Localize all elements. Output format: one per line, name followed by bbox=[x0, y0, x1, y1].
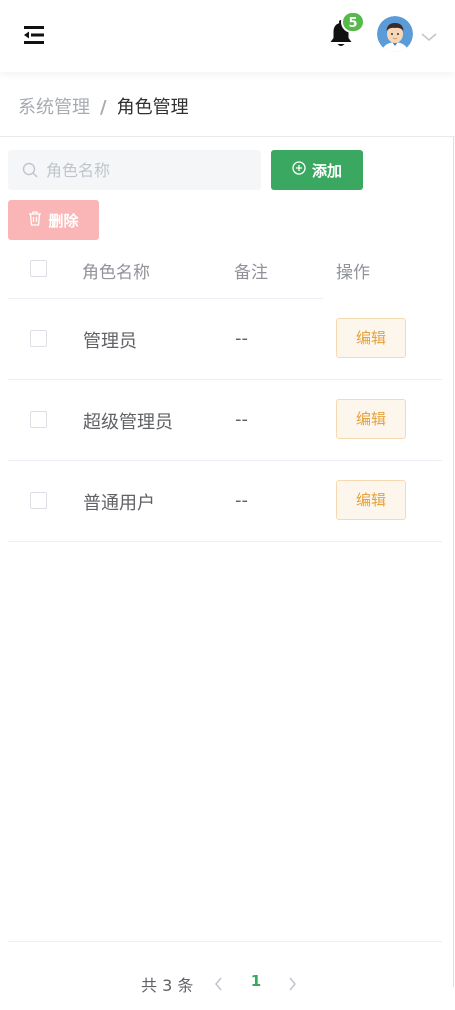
row-checkbox[interactable] bbox=[30, 411, 47, 428]
edit-button[interactable]: 编辑 bbox=[336, 318, 406, 358]
row-divider bbox=[8, 541, 442, 542]
pagination-total: 共 3 条 bbox=[141, 976, 194, 995]
plus-circle-icon bbox=[292, 161, 306, 179]
footer-divider bbox=[8, 941, 442, 942]
chevron-down-icon[interactable] bbox=[421, 28, 437, 41]
row-divider bbox=[8, 379, 442, 380]
add-button-label: 添加 bbox=[311, 161, 342, 180]
trash-icon bbox=[28, 210, 42, 230]
top-header: 5 bbox=[0, 0, 455, 72]
notification-badge: 5 bbox=[341, 11, 365, 33]
add-button[interactable]: 添加 bbox=[271, 150, 363, 190]
breadcrumb-item-current: 角色管理 bbox=[116, 97, 189, 118]
chevron-left-icon[interactable] bbox=[213, 976, 225, 992]
row-remark: -- bbox=[235, 490, 248, 511]
column-header-remark: 备注 bbox=[234, 263, 268, 283]
delete-button-label: 删除 bbox=[48, 211, 79, 230]
delete-button[interactable]: 删除 bbox=[8, 200, 99, 240]
select-all-checkbox[interactable] bbox=[30, 260, 47, 277]
row-role-name: 普通用户 bbox=[83, 493, 155, 514]
row-remark: -- bbox=[235, 328, 248, 349]
header-divider bbox=[8, 298, 323, 299]
search-box bbox=[8, 150, 261, 190]
breadcrumb-item-system[interactable]: 系统管理 bbox=[18, 97, 90, 118]
pagination-page-1[interactable]: 1 bbox=[248, 972, 264, 990]
column-header-actions: 操作 bbox=[336, 263, 370, 283]
chevron-right-icon[interactable] bbox=[286, 976, 298, 992]
row-remark: -- bbox=[235, 409, 248, 430]
row-role-name: 管理员 bbox=[83, 331, 137, 352]
row-role-name: 超级管理员 bbox=[83, 412, 173, 433]
row-divider bbox=[8, 460, 442, 461]
role-name-search-input[interactable] bbox=[46, 150, 256, 190]
breadcrumb-bar: 系统管理 / 角色管理 bbox=[0, 72, 455, 137]
column-header-role-name: 角色名称 bbox=[82, 263, 150, 283]
edit-button[interactable]: 编辑 bbox=[336, 480, 406, 520]
pagination: 共 3 条 1 bbox=[0, 972, 455, 996]
breadcrumb-separator: / bbox=[100, 97, 107, 118]
breadcrumb: 系统管理 / 角色管理 bbox=[18, 93, 189, 119]
row-checkbox[interactable] bbox=[30, 492, 47, 509]
row-checkbox[interactable] bbox=[30, 330, 47, 347]
menu-fold-icon[interactable] bbox=[22, 24, 46, 46]
search-icon bbox=[22, 162, 38, 178]
edit-button[interactable]: 编辑 bbox=[336, 399, 406, 439]
user-avatar[interactable] bbox=[377, 16, 413, 52]
content-divider bbox=[453, 137, 454, 987]
